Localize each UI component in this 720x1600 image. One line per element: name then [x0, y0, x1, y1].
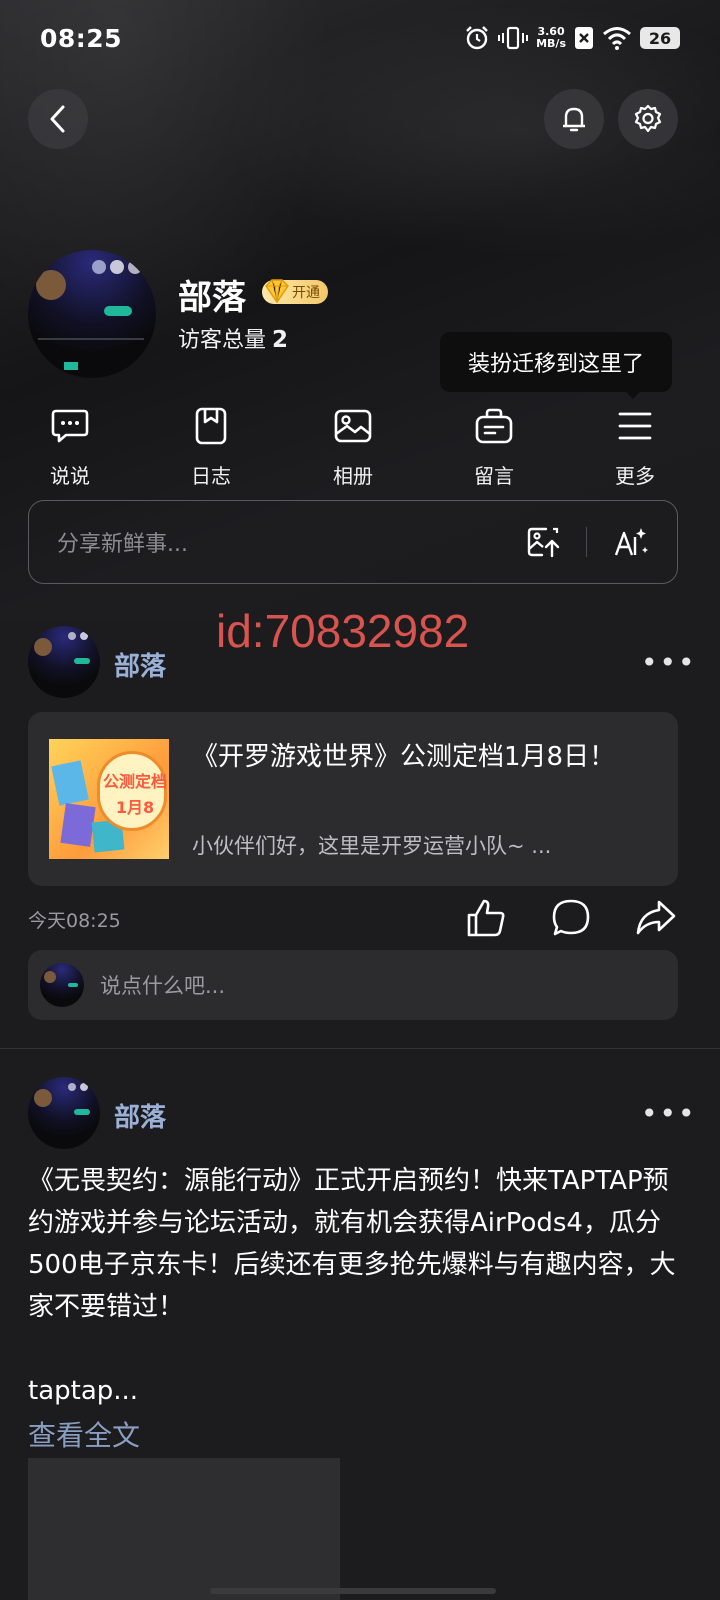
vip-label: 开通 — [292, 285, 320, 301]
notifications-button[interactable] — [544, 89, 604, 149]
shared-article-card[interactable]: 公测定档 1月8 《开罗游戏世界》公测定档1月8日！ 小伙伴们好，这里是开罗运营… — [28, 712, 678, 886]
profile-name: 部落 — [178, 278, 246, 318]
post-author-name[interactable]: 部落 — [114, 646, 166, 683]
visitor-count: 2 — [272, 327, 289, 353]
wifi-icon — [603, 27, 631, 50]
chat-bubble-icon — [51, 409, 89, 443]
thumbnail-text: 公测定档 1月8 — [102, 772, 167, 817]
like-icon[interactable] — [466, 898, 506, 938]
diamond-icon — [265, 279, 289, 304]
commenter-avatar — [40, 963, 84, 1007]
quick-action-label: 相册 — [333, 464, 373, 488]
photo-icon — [334, 409, 372, 443]
message-bag-icon — [475, 408, 513, 444]
share-composer[interactable]: 分享新鲜事... — [28, 500, 678, 584]
battery-icon: 26 — [640, 27, 680, 49]
home-indicator[interactable] — [210, 1588, 496, 1594]
network-speed: 3.60 MB/s — [536, 26, 566, 50]
id-watermark: id:70832982 — [216, 605, 470, 657]
bell-icon — [563, 107, 585, 132]
article-title: 《开罗游戏世界》公测定档1月8日！ — [192, 742, 616, 772]
article-subtitle: 小伙伴们好，这里是开罗运营小队~ ... — [192, 834, 552, 858]
ai-magic-icon[interactable] — [613, 525, 649, 559]
quick-action-label: 说说 — [50, 464, 90, 488]
image-upload-icon[interactable] — [526, 525, 560, 559]
alarm-icon — [466, 26, 488, 50]
vibrate-icon — [498, 26, 529, 50]
composer-divider — [585, 527, 587, 557]
article-thumbnail: 公测定档 1月8 — [49, 739, 169, 859]
comment-placeholder: 说点什么吧... — [100, 974, 226, 998]
status-bar: 08:25 3.60 MB/s 26 — [0, 0, 720, 76]
quick-action-label: 日志 — [191, 464, 231, 488]
quick-action-label: 留言 — [474, 464, 514, 488]
post-author-avatar[interactable] — [28, 1077, 100, 1149]
quick-action-album[interactable]: 相册 — [308, 404, 398, 489]
quick-action-journal[interactable]: 日志 — [166, 404, 256, 489]
visitor-total: 访客总量 2 — [178, 322, 288, 354]
post-body: 《无畏契约：源能行动》正式开启预约！快来TAPTAP预约游戏并参与论坛活动，就有… — [28, 1160, 678, 1412]
quick-action-message[interactable]: 留言 — [449, 404, 539, 489]
back-button[interactable] — [28, 89, 88, 149]
tooltip-arrow — [624, 390, 642, 399]
post-time: 今天08:25 — [28, 910, 121, 932]
quick-action-label: 更多 — [615, 464, 655, 488]
post-body-tail: taptap... — [28, 1376, 139, 1406]
menu-icon — [618, 412, 652, 440]
profile-avatar[interactable] — [28, 250, 156, 378]
speed-unit: MB/s — [536, 37, 566, 50]
share-icon[interactable] — [635, 898, 677, 938]
journal-icon — [195, 407, 227, 445]
feed-divider — [0, 1048, 720, 1049]
vip-open-badge[interactable]: 开通 — [262, 279, 328, 304]
quick-action-more[interactable]: 更多 — [590, 404, 680, 489]
status-time: 08:25 — [40, 23, 123, 53]
dress-up-tooltip[interactable]: 装扮迁移到这里了 — [440, 332, 672, 392]
comment-input[interactable]: 说点什么吧... — [28, 950, 678, 1020]
post-image[interactable] — [28, 1458, 340, 1600]
comment-icon[interactable] — [551, 898, 591, 938]
composer-placeholder: 分享新鲜事... — [57, 532, 188, 557]
status-icons: 3.60 MB/s 26 — [464, 25, 680, 51]
post-author-name[interactable]: 部落 — [114, 1097, 166, 1134]
visitor-label: 访客总量 — [178, 328, 267, 353]
post-more-button[interactable]: ••• — [641, 646, 697, 679]
post-author-avatar[interactable] — [28, 626, 100, 698]
post-body-text: 《无畏契约：源能行动》正式开启预约！快来TAPTAP预约游戏并参与论坛活动，就有… — [28, 1166, 676, 1322]
settings-button[interactable] — [618, 89, 678, 149]
quick-action-shuoshuo[interactable]: 说说 — [25, 404, 115, 489]
gear-icon — [634, 104, 662, 133]
post-more-button[interactable]: ••• — [641, 1097, 697, 1130]
chevron-left-icon — [50, 105, 65, 133]
see-full-text-link[interactable]: 查看全文 — [28, 1414, 140, 1454]
sim-x-icon — [575, 27, 593, 49]
